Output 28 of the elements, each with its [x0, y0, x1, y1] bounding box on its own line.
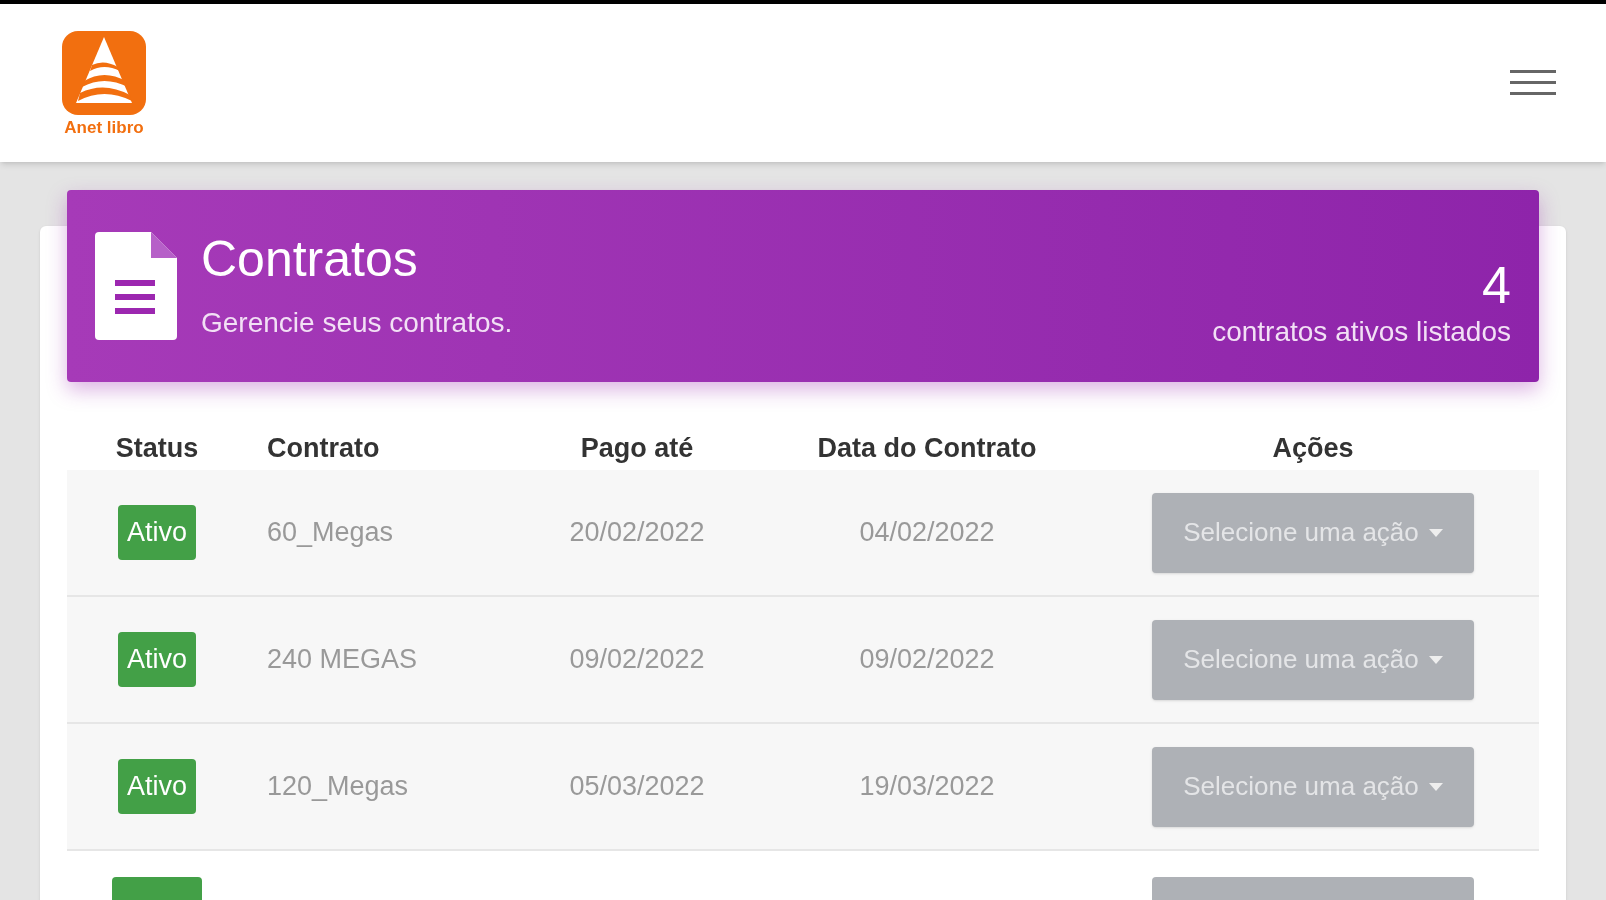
table-cell: 05/03/2022 [569, 771, 705, 802]
table-cell: 09/02/2022 [859, 644, 995, 675]
logo-text: Anet libro [64, 118, 144, 136]
banner-title: Contratos [201, 229, 419, 289]
column-header: Contrato [267, 432, 380, 463]
table-cell: 19/03/2022 [859, 771, 995, 802]
caret-icon [1428, 528, 1443, 537]
table-cell: 240 MEGAS [267, 644, 418, 675]
logo-icon [62, 30, 146, 115]
table-cell: 09/02/2022 [569, 644, 705, 675]
document-icon [95, 232, 177, 340]
menu-icon[interactable] [1510, 68, 1556, 98]
column-header: Pago até [580, 432, 694, 463]
caret-icon [1428, 655, 1443, 664]
caret-icon [1428, 782, 1443, 791]
status-badge: Ativo [118, 759, 196, 814]
column-header: Data do Contrato [817, 432, 1037, 463]
status-badge: Ativo [118, 632, 196, 687]
contract-count: 4 [1482, 259, 1511, 311]
column-header: Status [115, 432, 199, 463]
banner-subtitle: Gerencie seus contratos. [201, 306, 513, 341]
table-cell: 120_Megas [267, 771, 409, 802]
status-badge: Ativo [118, 505, 196, 560]
table-cell: 20/02/2022 [569, 517, 705, 548]
table-cell: 04/02/2022 [859, 517, 995, 548]
count-label: contratos ativos listados [1212, 315, 1511, 349]
table-cell: 60_Megas [267, 517, 394, 548]
column-header: Ações [1272, 432, 1354, 463]
